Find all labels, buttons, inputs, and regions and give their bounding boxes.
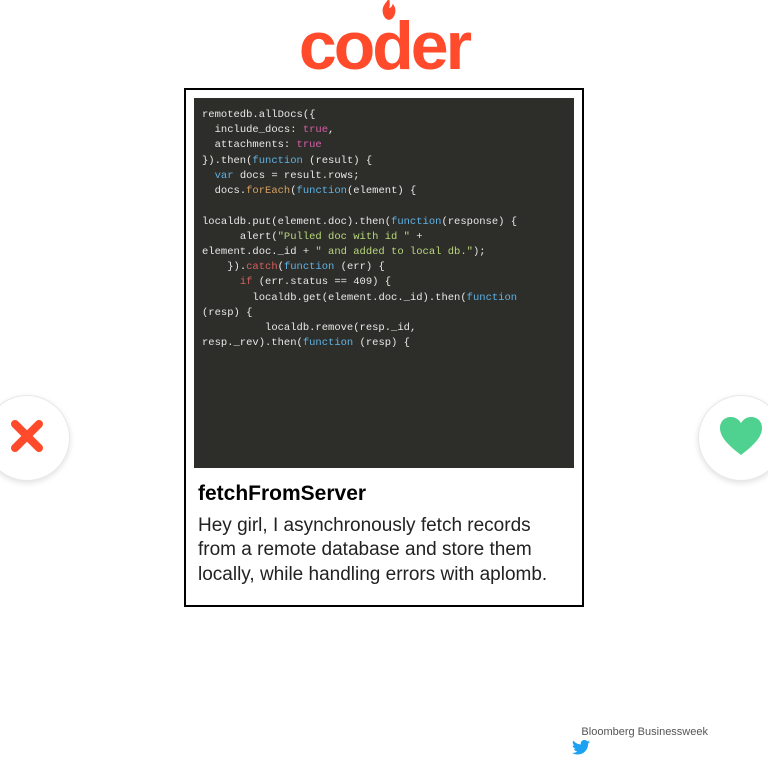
x-icon <box>6 415 48 462</box>
like-button[interactable] <box>698 395 768 481</box>
profile-card: remotedb.allDocs({ include_docs: true, a… <box>184 88 584 607</box>
profile-bio: Hey girl, I asynchronously fetch records… <box>198 514 570 587</box>
logo-text: coder <box>299 12 469 80</box>
app-logo: coder <box>0 0 768 80</box>
profile-name: fetchFromServer <box>198 482 570 506</box>
reject-button[interactable] <box>0 395 70 481</box>
code-snippet: remotedb.allDocs({ include_docs: true, a… <box>194 98 574 468</box>
heart-icon <box>718 415 764 462</box>
twitter-icon[interactable] <box>572 740 590 760</box>
attribution-text: Bloomberg Businessweek <box>581 726 708 738</box>
